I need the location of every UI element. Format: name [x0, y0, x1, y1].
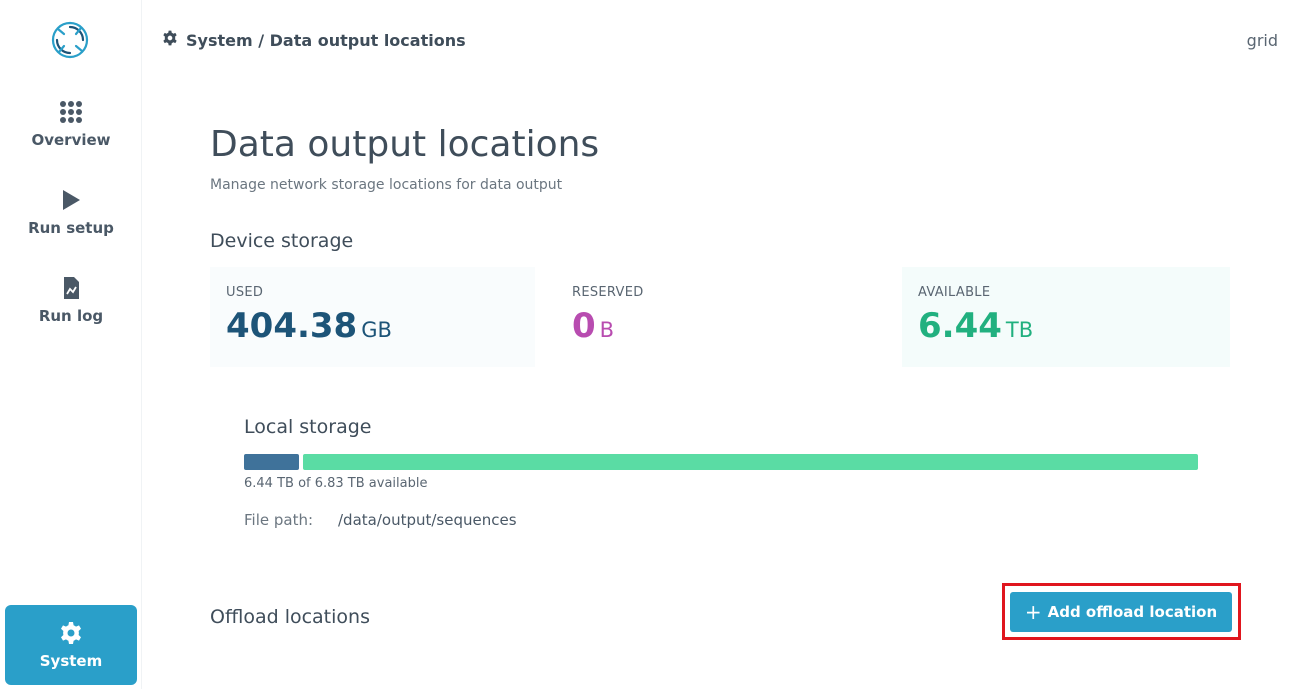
storage-used-segment — [244, 454, 300, 470]
user-name[interactable]: grid — [1247, 31, 1278, 50]
add-offload-location-label: Add offload location — [1047, 603, 1218, 621]
file-path-value: /data/output/sequences — [338, 511, 517, 529]
storage-caption: 6.44 TB of 6.83 TB available — [244, 476, 428, 491]
used-label: USED — [226, 285, 264, 300]
storage-usage-bar — [244, 454, 1198, 470]
local-storage-title: Local storage — [244, 416, 372, 438]
sidebar-item-label: Run log — [38, 307, 104, 325]
page-subtitle: Manage network storage locations for dat… — [210, 177, 563, 193]
file-path-label: File path: — [244, 511, 314, 529]
breadcrumb: System / Data output locations — [162, 30, 466, 50]
available-unit: TB — [1005, 318, 1034, 342]
sidebar-item-label: Run setup — [28, 219, 114, 237]
offload-locations-title: Offload locations — [210, 606, 370, 628]
sidebar-item-overview[interactable]: Overview — [0, 100, 142, 149]
sidebar-item-system[interactable]: System — [5, 605, 137, 685]
document-chart-icon — [0, 276, 142, 300]
reserved-unit: B — [599, 318, 615, 342]
available-value: 6.44 — [918, 306, 1002, 346]
sidebar: Overview Run setup Run log System — [0, 0, 142, 689]
breadcrumb-text[interactable]: System / Data output locations — [186, 31, 466, 50]
page-title: Data output locations — [210, 124, 600, 165]
sidebar-item-label: Overview — [31, 131, 111, 149]
gear-icon — [5, 621, 137, 645]
used-value: 404.38 — [226, 306, 358, 346]
reserved-stat-card: RESERVED 0B — [556, 267, 881, 367]
sidebar-item-run-log[interactable]: Run log — [0, 276, 142, 325]
used-stat-card: USED 404.38 GB — [210, 267, 535, 367]
plus-icon: + — [1024, 600, 1042, 624]
available-stat-card: AVAILABLE 6.44 TB — [902, 267, 1230, 367]
reserved-value: 0 — [572, 306, 596, 346]
reserved-label: RESERVED — [572, 285, 644, 300]
sidebar-item-run-setup[interactable]: Run setup — [0, 188, 142, 237]
used-unit: GB — [361, 318, 392, 342]
storage-free-segment — [303, 454, 1198, 470]
gear-icon — [162, 30, 178, 50]
grid-dots-icon — [0, 100, 142, 124]
sidebar-item-label: System — [39, 652, 103, 670]
add-offload-location-button[interactable]: + Add offload location — [1010, 592, 1232, 632]
device-storage-title: Device storage — [210, 230, 354, 252]
swirl-logo-icon[interactable] — [50, 20, 90, 60]
available-label: AVAILABLE — [918, 285, 991, 300]
play-icon — [0, 188, 142, 212]
